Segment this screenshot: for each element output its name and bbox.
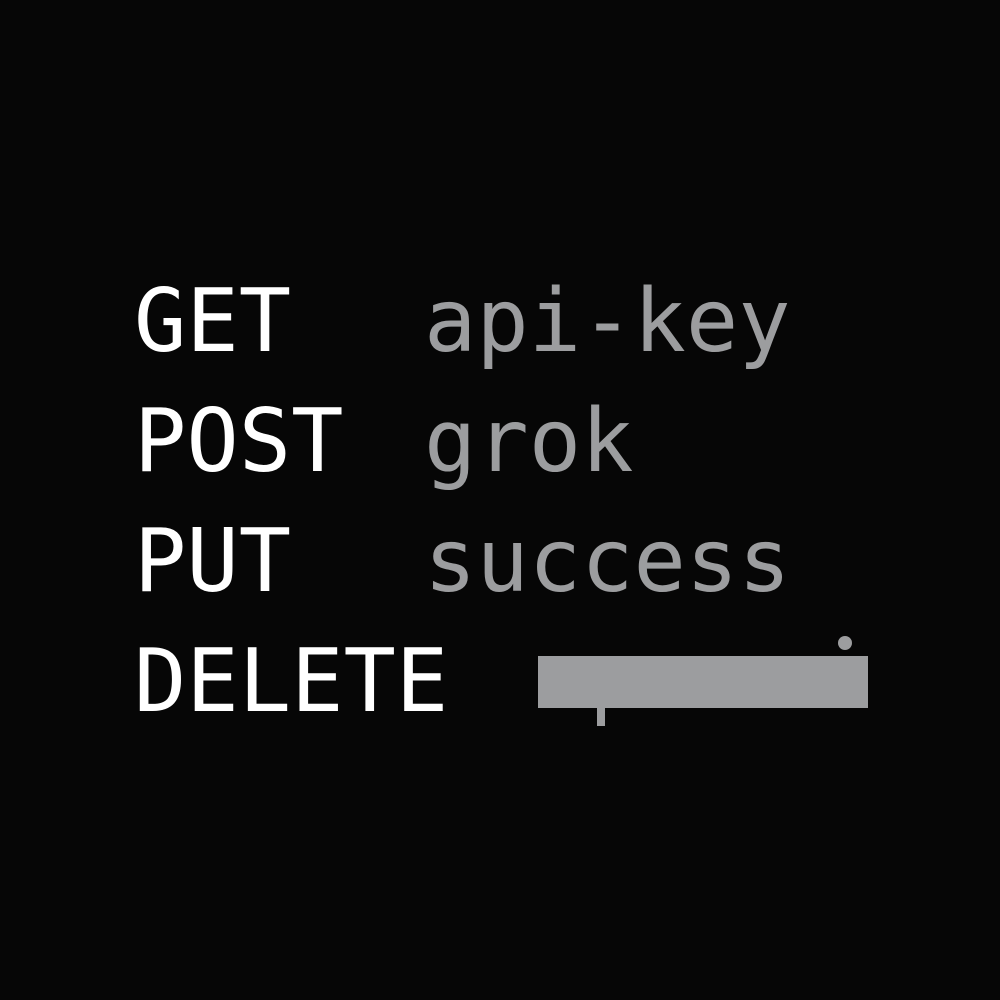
value-api-key: api-key <box>424 270 791 372</box>
method-put: PUT <box>134 510 292 612</box>
method-post: POST <box>134 390 344 492</box>
value-success: success <box>424 510 791 612</box>
row-delete: DELETE <box>0 630 1000 750</box>
redaction-dot <box>838 636 852 650</box>
row-post: POST grok <box>0 390 1000 510</box>
row-get: GET api-key <box>0 270 1000 390</box>
row-put: PUT success <box>0 510 1000 630</box>
method-get: GET <box>134 270 292 372</box>
redaction-bar <box>538 656 868 708</box>
value-grok: grok <box>424 390 634 492</box>
redaction-stem <box>597 708 605 726</box>
method-delete: DELETE <box>134 630 449 732</box>
